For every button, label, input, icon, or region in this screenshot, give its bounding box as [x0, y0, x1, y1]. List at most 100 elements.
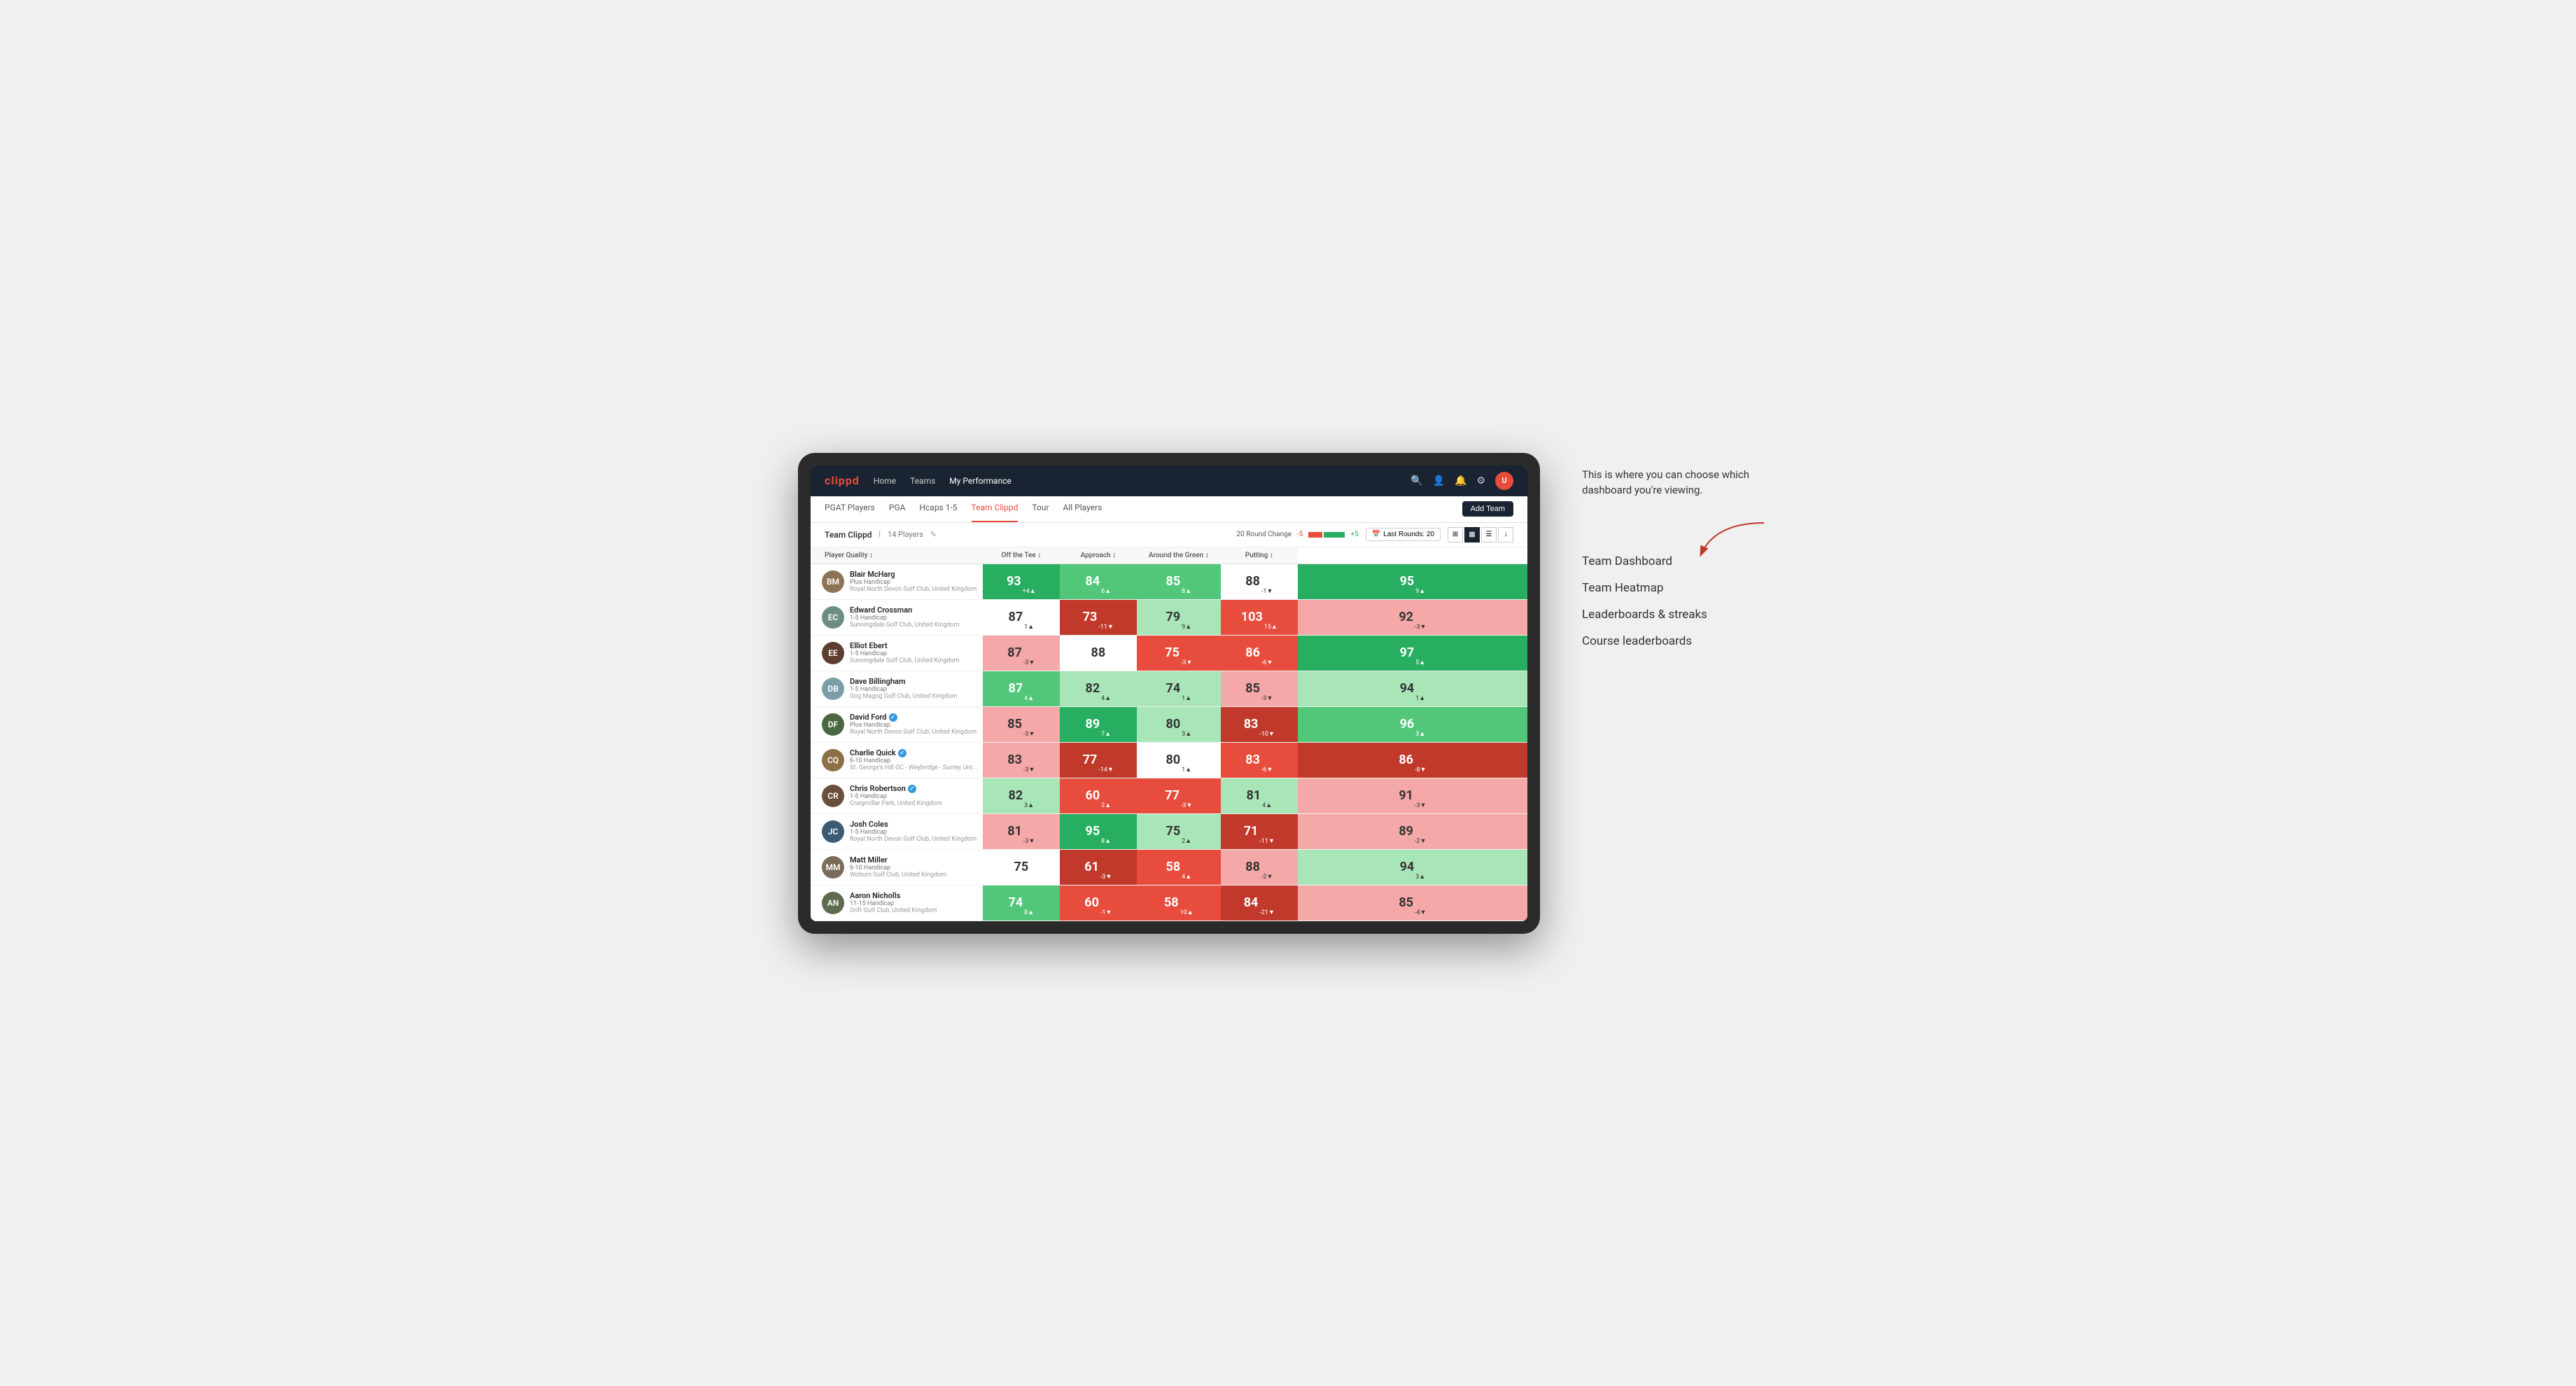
col-putting: Putting ↕	[1221, 547, 1298, 564]
table-row[interactable]: BMBlair McHargPlus HandicapRoyal North D…	[811, 564, 1527, 599]
player-name: Charlie Quick✓	[850, 748, 977, 757]
metric-change: -2▼	[1415, 837, 1426, 845]
dashboard-option[interactable]: Team Dashboard	[1582, 554, 1778, 568]
metric-cell: 83-3▼	[983, 742, 1060, 778]
bell-icon[interactable]: 🔔	[1455, 475, 1466, 486]
metric-value: 88	[1245, 574, 1260, 589]
metric-value: 75	[1014, 860, 1029, 874]
metric-box: 71-11▼	[1221, 814, 1298, 849]
player-club: Drift Golf Club, United Kingdom	[850, 907, 937, 914]
player-name: Josh Coles	[850, 820, 976, 829]
player-club: Royal North Devon Golf Club, United King…	[850, 729, 976, 736]
player-info: Elliot Ebert1-5 HandicapSunningdale Golf…	[850, 641, 959, 664]
player-info: Charlie Quick✓6-10 HandicapSt. George's …	[850, 748, 977, 771]
sub-nav-hcaps[interactable]: Hcaps 1-5	[919, 496, 957, 522]
calendar-icon: 📅	[1372, 531, 1380, 538]
metric-cell: 81-3▼	[983, 813, 1060, 849]
table-row[interactable]: ECEdward Crossman1-5 HandicapSunningdale…	[811, 599, 1527, 635]
sub-nav-pgat[interactable]: PGAT Players	[825, 496, 875, 522]
player-name: Aaron Nicholls	[850, 891, 937, 900]
metric-box: 91-3▼	[1298, 778, 1527, 813]
profile-icon[interactable]: 👤	[1433, 475, 1445, 486]
metric-cell: 752▲	[1137, 813, 1221, 849]
metric-box: 61-3▼	[1060, 850, 1137, 885]
dashboard-option[interactable]: Leaderboards & streaks	[1582, 608, 1778, 622]
table-row[interactable]: ANAaron Nicholls11-15 HandicapDrift Golf…	[811, 885, 1527, 920]
player-avatar: JC	[822, 820, 844, 843]
metric-box: 75	[983, 850, 1060, 885]
player-info: Aaron Nicholls11-15 HandicapDrift Golf C…	[850, 891, 937, 914]
sub-nav-team-clippd[interactable]: Team Clippd	[972, 496, 1018, 522]
table-row[interactable]: JCJosh Coles1-5 HandicapRoyal North Devo…	[811, 813, 1527, 849]
heatmap-view-button[interactable]: ▦	[1464, 527, 1480, 542]
dashboard-option[interactable]: Course leaderboards	[1582, 634, 1778, 648]
metric-change: -6▼	[1261, 766, 1273, 774]
nav-teams[interactable]: Teams	[910, 473, 935, 489]
edit-team-icon[interactable]: ✎	[930, 530, 937, 539]
table-row[interactable]: CRChris Robertson✓1-5 HandicapCraigmilla…	[811, 778, 1527, 813]
metric-change: 2▲	[1101, 802, 1111, 809]
metric-box: 86-8▼	[1298, 743, 1527, 778]
list-view-button[interactable]: ☰	[1481, 527, 1497, 542]
metric-value: 58	[1166, 860, 1181, 874]
metric-box: 941▲	[1298, 671, 1527, 706]
table-row[interactable]: EEElliot Ebert1-5 HandicapSunningdale Go…	[811, 635, 1527, 671]
metric-cell: 824▲	[1060, 671, 1137, 706]
tablet-device: clippd Home Teams My Performance 🔍 👤 🔔 ⚙…	[798, 453, 1540, 934]
metric-box: 943▲	[1298, 850, 1527, 885]
metric-cell: 75-3▼	[1137, 635, 1221, 671]
metric-box: 92-3▼	[1298, 600, 1527, 635]
table-row[interactable]: MMMatt Miller6-10 HandicapWoburn Golf Cl…	[811, 849, 1527, 885]
user-avatar[interactable]: U	[1495, 472, 1513, 490]
nav-home[interactable]: Home	[874, 473, 896, 489]
metric-value: 94	[1400, 681, 1415, 696]
player-name: Matt Miller	[850, 855, 946, 864]
table-row[interactable]: DB Dave Billingham1-5 HandicapGog Magog G…	[811, 671, 1527, 706]
player-avatar: DB	[822, 678, 844, 700]
metric-box: 10315▲	[1221, 600, 1298, 635]
grid-view-button[interactable]: ⊞	[1448, 527, 1463, 542]
last-rounds-button[interactable]: 📅 Last Rounds: 20	[1366, 528, 1441, 541]
metric-cell: 71-11▼	[1221, 813, 1298, 849]
sub-nav-all-players[interactable]: All Players	[1063, 496, 1102, 522]
metric-change: 1▲	[1182, 694, 1191, 702]
metric-change: -11▼	[1098, 623, 1114, 631]
metric-cell: 86-8▼	[1298, 742, 1527, 778]
metric-cell: 801▲	[1137, 742, 1221, 778]
player-name: Edward Crossman	[850, 606, 959, 615]
player-info: Matt Miller6-10 HandicapWoburn Golf Club…	[850, 855, 946, 878]
metric-box: 871▲	[983, 600, 1060, 635]
metric-value: 73	[1083, 610, 1098, 624]
player-cell: DB Dave Billingham1-5 HandicapGog Magog G…	[811, 671, 983, 706]
metric-value: 83	[1007, 752, 1022, 767]
metric-value: 77	[1083, 752, 1098, 767]
metric-cell: 941▲	[1298, 671, 1527, 706]
metric-box: 83-10▼	[1221, 707, 1298, 742]
round-change-high: +5	[1350, 531, 1358, 538]
metric-change: 4▲	[1024, 694, 1034, 702]
table-row[interactable]: DFDavid Ford✓Plus HandicapRoyal North De…	[811, 706, 1527, 742]
metric-change: -10▼	[1259, 730, 1275, 738]
settings-icon[interactable]: ⚙	[1476, 475, 1485, 486]
metric-value: 85	[1399, 895, 1413, 910]
player-info: Dave Billingham1-5 HandicapGog Magog Gol…	[850, 677, 958, 700]
verified-badge: ✓	[898, 749, 906, 757]
table-row[interactable]: CQCharlie Quick✓6-10 HandicapSt. George'…	[811, 742, 1527, 778]
nav-my-performance[interactable]: My Performance	[949, 473, 1011, 489]
team-header-row: Team Clippd | 14 Players ✎ 20 Round Chan…	[811, 523, 1527, 547]
player-handicap: Plus Handicap	[850, 722, 976, 729]
metric-cell: 87-3▼	[983, 635, 1060, 671]
player-cell: MMMatt Miller6-10 HandicapWoburn Golf Cl…	[811, 850, 983, 885]
player-name: Chris Robertson✓	[850, 784, 942, 793]
export-button[interactable]: ↓	[1498, 527, 1513, 542]
sub-nav-pga[interactable]: PGA	[889, 496, 906, 522]
add-team-button[interactable]: Add Team	[1462, 501, 1513, 517]
dashboard-option[interactable]: Team Heatmap	[1582, 581, 1778, 595]
metric-value: 89	[1086, 717, 1100, 732]
search-icon[interactable]: 🔍	[1410, 475, 1422, 486]
page-wrapper: clippd Home Teams My Performance 🔍 👤 🔔 ⚙…	[798, 453, 1778, 934]
metric-change: -6▼	[1261, 659, 1273, 666]
sub-nav-tour[interactable]: Tour	[1032, 496, 1049, 522]
metric-value: 87	[1007, 645, 1022, 660]
metric-value: 84	[1086, 574, 1100, 589]
